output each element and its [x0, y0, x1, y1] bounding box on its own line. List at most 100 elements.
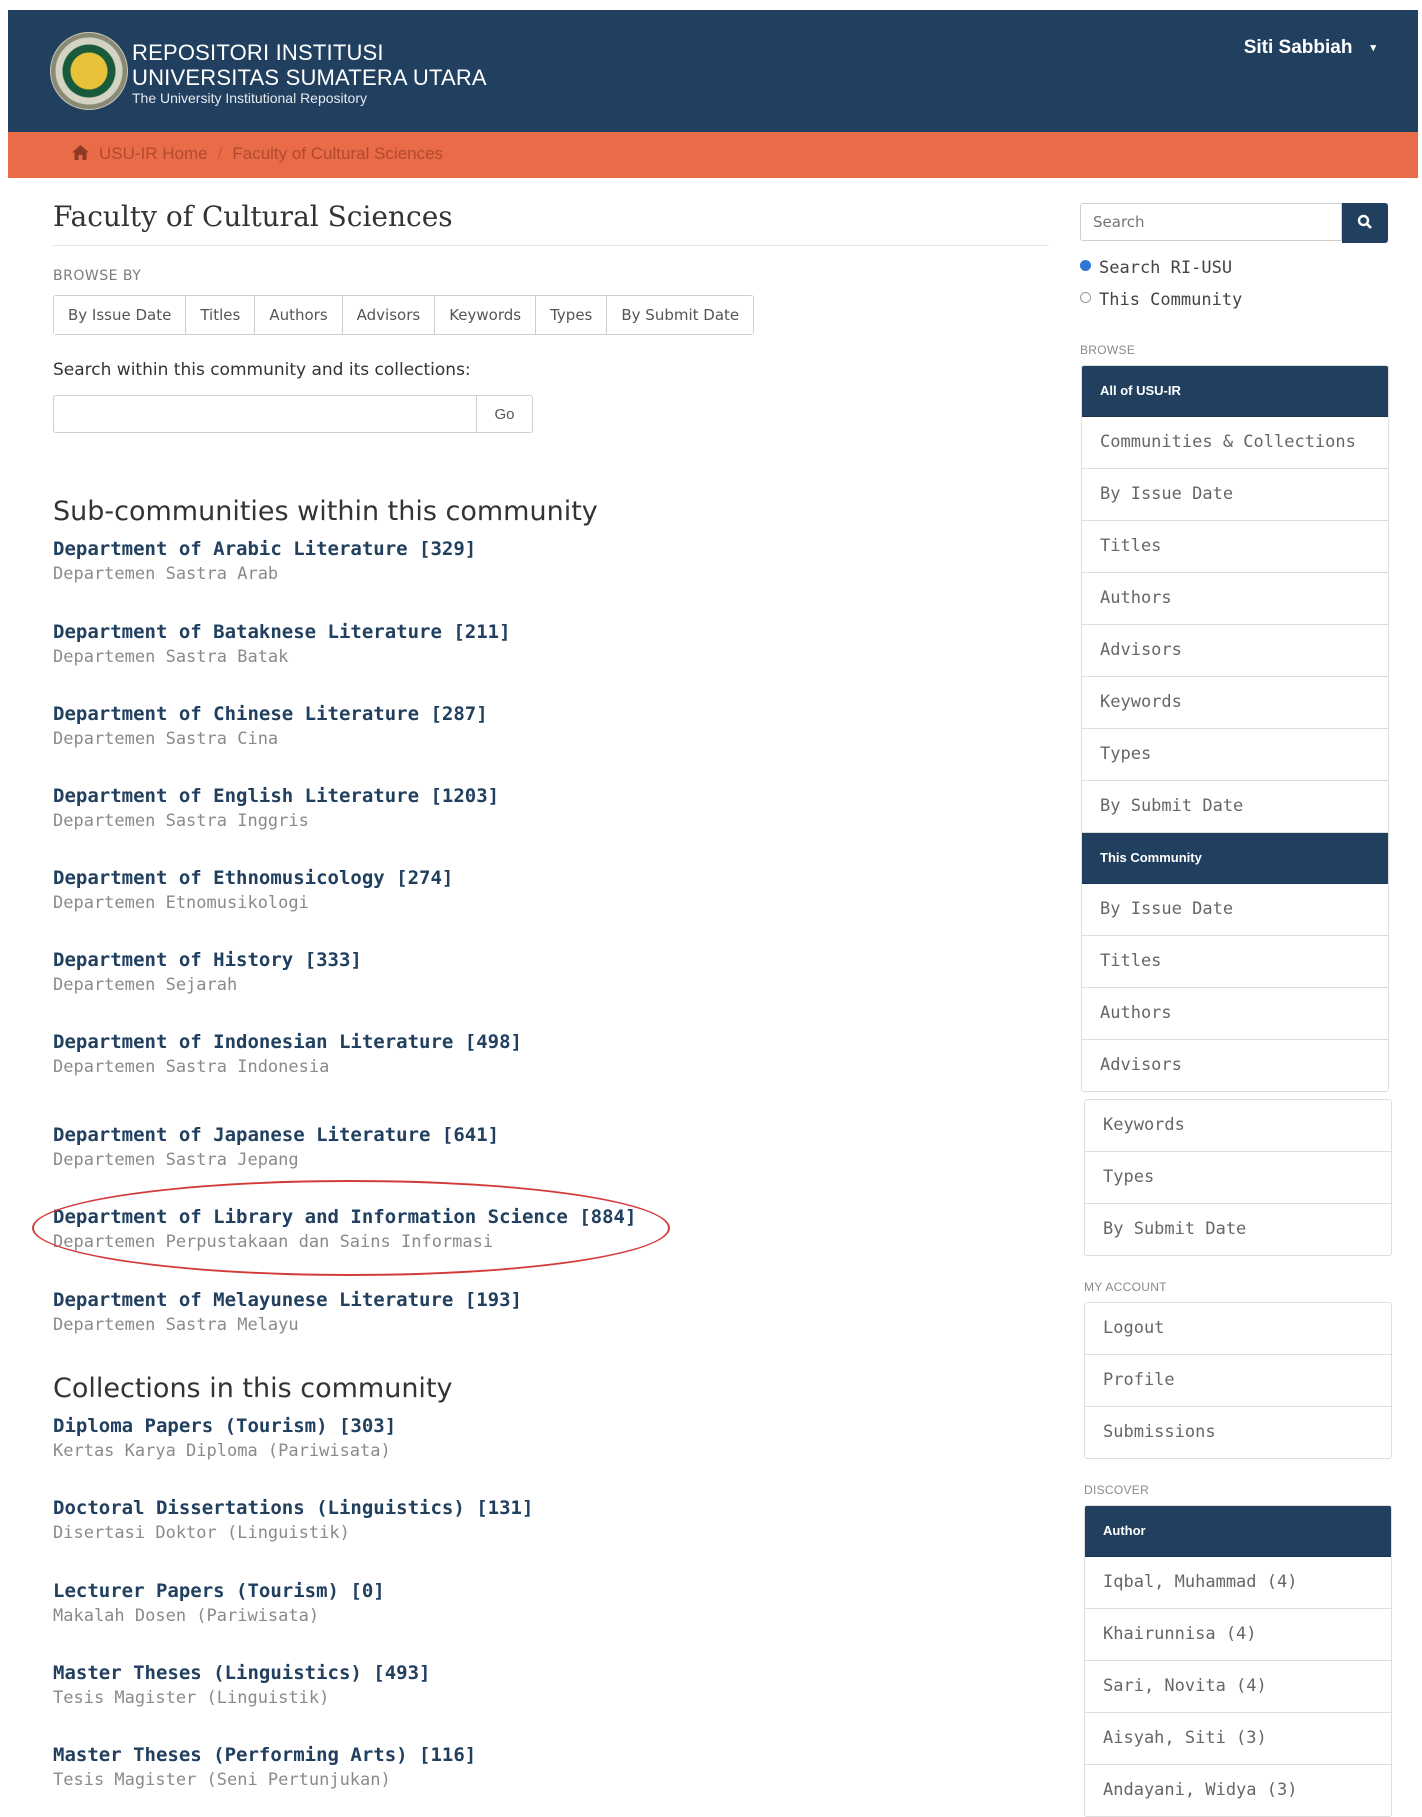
sidebar-item-authors[interactable]: Authors [1082, 573, 1388, 625]
subcommunity-link[interactable]: Department of Bataknese Literature [211] [53, 621, 511, 643]
subcommunity-link[interactable]: Department of Ethnomusicology [274] [53, 867, 453, 889]
breadcrumb-separator: / [217, 144, 223, 163]
sidebar-item-types[interactable]: Types [1082, 729, 1388, 781]
subcommunity-description: Departemen Sastra Inggris [53, 811, 309, 831]
collection-item: Master Theses (Performing Arts) [116] Te… [53, 1744, 476, 1790]
collection-item: Master Theses (Linguistics) [493] Tesis … [53, 1662, 431, 1708]
sidebar-item-profile[interactable]: Profile [1085, 1355, 1391, 1407]
site-title[interactable]: REPOSITORI INSTITUSI UNIVERSITAS SUMATER… [132, 40, 487, 90]
site-subtitle: The University Institutional Repository [132, 90, 367, 106]
sidebar-item-logout[interactable]: Logout [1085, 1303, 1391, 1355]
all-of-usu-ir-header: All of USU-IR [1082, 366, 1388, 417]
sidebar-item-advisors[interactable]: Advisors [1082, 625, 1388, 677]
browse-all-panel: All of USU-IR Communities & Collections … [1081, 365, 1389, 1092]
discover-label: DISCOVER [1084, 1483, 1150, 1497]
subcommunity-item: Department of Japanese Literature [641] … [53, 1124, 499, 1170]
browse-by-submit-date-button[interactable]: By Submit Date [607, 296, 754, 334]
collection-description: Tesis Magister (Seni Pertunjukan) [53, 1770, 391, 1790]
browse-authors-button[interactable]: Authors [255, 296, 343, 334]
browse-keywords-button[interactable]: Keywords [435, 296, 537, 334]
subcommunity-link[interactable]: Department of Indonesian Literature [498… [53, 1031, 522, 1053]
collection-description: Kertas Karya Diploma (Pariwisata) [53, 1441, 391, 1461]
subcommunity-link[interactable]: Department of Arabic Literature [329] [53, 538, 476, 560]
caret-down-icon: ▾ [1370, 42, 1376, 55]
sidebar-item-communities-collections[interactable]: Communities & Collections [1082, 417, 1388, 469]
subcommunity-link[interactable]: Department of English Literature [1203] [53, 785, 499, 807]
subcommunity-item: Department of Arabic Literature [329] De… [53, 538, 476, 584]
radio-this-community[interactable]: This Community [1080, 290, 1242, 310]
discover-author-item[interactable]: Iqbal, Muhammad (4) [1085, 1557, 1391, 1609]
subcommunity-item: Department of Ethnomusicology [274] Depa… [53, 867, 453, 913]
subcommunity-item: Department of Chinese Literature [287] D… [53, 703, 488, 749]
browse-types-button[interactable]: Types [536, 296, 608, 334]
sidebar-item-community-authors[interactable]: Authors [1082, 988, 1388, 1040]
highlight-ellipse-annotation [32, 1180, 670, 1276]
sidebar-item-community-types[interactable]: Types [1085, 1152, 1391, 1204]
sidebar-search-button[interactable] [1342, 203, 1388, 243]
subcommunity-item: Department of Bataknese Literature [211]… [53, 621, 511, 667]
site-title-line1: REPOSITORI INSTITUSI [132, 40, 384, 65]
sidebar-item-community-advisors[interactable]: Advisors [1082, 1040, 1388, 1091]
university-logo-icon[interactable] [50, 32, 128, 110]
account-panel: Logout Profile Submissions [1084, 1302, 1392, 1459]
collection-description: Disertasi Doktor (Linguistik) [53, 1523, 350, 1543]
user-name: Siti Sabbiah [1243, 37, 1353, 58]
sidebar-item-community-by-submit-date[interactable]: By Submit Date [1085, 1204, 1391, 1255]
subcommunity-description: Departemen Etnomusikologi [53, 893, 309, 913]
collection-item: Diploma Papers (Tourism) [303] Kertas Ka… [53, 1415, 396, 1461]
browse-by-label: BROWSE BY [53, 268, 142, 284]
browse-advisors-button[interactable]: Advisors [342, 296, 436, 334]
collection-link[interactable]: Diploma Papers (Tourism) [303] [53, 1415, 396, 1437]
collection-item: Doctoral Dissertations (Linguistics) [13… [53, 1497, 533, 1543]
subcommunity-description: Departemen Sejarah [53, 975, 238, 995]
browse-section-label: BROWSE [1080, 343, 1136, 357]
discover-author-item[interactable]: Khairunnisa (4) [1085, 1609, 1391, 1661]
subcommunity-description: Departemen Sastra Jepang [53, 1150, 299, 1170]
subcommunity-description: Departemen Sastra Cina [53, 729, 279, 749]
subcommunity-item: Department of Melayunese Literature [193… [53, 1289, 522, 1335]
sidebar-item-community-by-issue-date[interactable]: By Issue Date [1082, 884, 1388, 936]
subcommunity-link[interactable]: Department of Chinese Literature [287] [53, 703, 488, 725]
discover-author-header: Author [1085, 1506, 1391, 1557]
sidebar-item-by-issue-date[interactable]: By Issue Date [1082, 469, 1388, 521]
subcommunity-item: Department of Indonesian Literature [498… [53, 1031, 522, 1077]
subcommunity-link[interactable]: Department of Japanese Literature [641] [53, 1124, 499, 1146]
discover-author-item[interactable]: Aisyah, Siti (3) [1085, 1713, 1391, 1765]
browse-titles-button[interactable]: Titles [186, 296, 256, 334]
user-menu[interactable]: Siti Sabbiah ▾ [1244, 37, 1376, 59]
sidebar-item-community-keywords[interactable]: Keywords [1085, 1100, 1391, 1152]
collection-link[interactable]: Master Theses (Linguistics) [493] [53, 1662, 431, 1684]
sidebar-search-input[interactable] [1080, 203, 1342, 241]
browse-by-issue-date-button[interactable]: By Issue Date [54, 296, 187, 334]
sidebar-item-community-titles[interactable]: Titles [1082, 936, 1388, 988]
browse-community-panel-continued: Keywords Types By Submit Date [1084, 1099, 1392, 1256]
sidebar-item-titles[interactable]: Titles [1082, 521, 1388, 573]
discover-author-item[interactable]: Sari, Novita (4) [1085, 1661, 1391, 1713]
breadcrumb-home-link[interactable]: USU-IR Home [99, 144, 208, 163]
home-icon[interactable] [72, 145, 89, 160]
subcommunity-description: Departemen Sastra Melayu [53, 1315, 299, 1335]
collections-heading: Collections in this community [53, 1373, 453, 1404]
subcommunity-link[interactable]: Department of Melayunese Literature [193… [53, 1289, 522, 1311]
radio-unselected-icon [1080, 292, 1091, 303]
collection-link[interactable]: Doctoral Dissertations (Linguistics) [13… [53, 1497, 533, 1519]
breadcrumb-current[interactable]: Faculty of Cultural Sciences [232, 144, 443, 163]
site-header: REPOSITORI INSTITUSI UNIVERSITAS SUMATER… [8, 10, 1418, 132]
subcommunity-item: Department of English Literature [1203] … [53, 785, 499, 831]
subcommunity-description: Departemen Sastra Batak [53, 647, 289, 667]
go-button[interactable]: Go [477, 395, 533, 433]
subcommunity-link[interactable]: Department of History [333] [53, 949, 362, 971]
radio-search-all[interactable]: Search RI-USU [1080, 258, 1232, 278]
collection-link[interactable]: Master Theses (Performing Arts) [116] [53, 1744, 476, 1766]
sidebar-item-submissions[interactable]: Submissions [1085, 1407, 1391, 1458]
this-community-header: This Community [1082, 833, 1388, 884]
breadcrumb: USU-IR Home / Faculty of Cultural Sciences [8, 132, 1418, 178]
discover-panel: Author Iqbal, Muhammad (4) Khairunnisa (… [1084, 1505, 1392, 1817]
sidebar-item-keywords[interactable]: Keywords [1082, 677, 1388, 729]
community-search-input[interactable] [53, 395, 477, 433]
discover-author-item[interactable]: Andayani, Widya (3) [1085, 1765, 1391, 1816]
collection-link[interactable]: Lecturer Papers (Tourism) [0] [53, 1580, 385, 1602]
sidebar-item-by-submit-date[interactable]: By Submit Date [1082, 781, 1388, 833]
title-divider [53, 245, 1049, 246]
subcommunities-heading: Sub-communities within this community [53, 496, 598, 527]
